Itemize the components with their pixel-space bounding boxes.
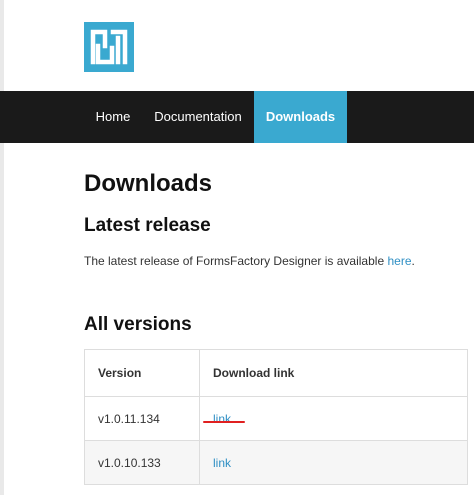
nav-downloads[interactable]: Downloads	[254, 91, 347, 143]
release-text-body: The latest release of FormsFactory Desig…	[84, 254, 388, 268]
download-cell: link	[199, 396, 468, 441]
release-text-suffix: .	[411, 254, 415, 268]
latest-release-text: The latest release of FormsFactory Desig…	[84, 254, 415, 268]
formsfactory-logo-icon	[84, 22, 134, 72]
red-underline-annotation	[203, 421, 245, 423]
main-navbar: Home Documentation Downloads	[0, 91, 474, 143]
versions-table: Version Download link v1.0.11.134 link v…	[84, 349, 468, 485]
download-link[interactable]: link	[213, 412, 231, 426]
nav-documentation[interactable]: Documentation	[146, 91, 250, 143]
nav-home[interactable]: Home	[84, 91, 142, 143]
download-link[interactable]: link	[213, 456, 231, 470]
column-header-download-link: Download link	[199, 349, 468, 397]
column-header-version: Version	[84, 349, 200, 397]
page-title: Downloads	[84, 170, 213, 197]
table-row: v1.0.11.134 link	[84, 396, 468, 441]
table-row: v1.0.10.133 link	[84, 440, 468, 485]
latest-release-heading: Latest release	[84, 215, 211, 236]
version-cell: v1.0.10.133	[84, 440, 200, 485]
all-versions-heading: All versions	[84, 314, 192, 335]
download-cell: link	[199, 440, 468, 485]
table-header-row: Version Download link	[84, 349, 468, 397]
release-here-link[interactable]: here	[387, 254, 411, 268]
window-edge	[0, 0, 4, 495]
version-cell: v1.0.11.134	[84, 396, 200, 441]
